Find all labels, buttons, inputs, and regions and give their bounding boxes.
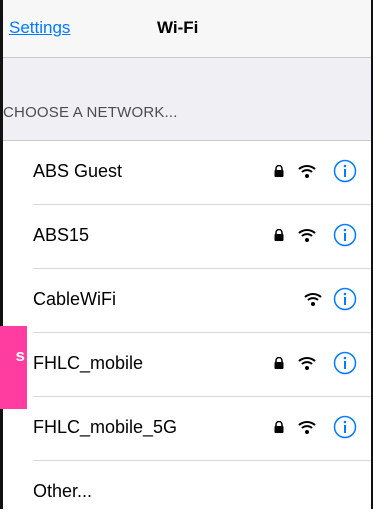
wifi-icon bbox=[298, 229, 316, 242]
network-name: FHLC_mobile_5G bbox=[33, 417, 178, 437]
wifi-settings-screen: Settings Wi-Fi CHOOSE A NETWORK... ABS G… bbox=[0, 0, 373, 509]
network-row-fhlc-mobile-5g[interactable]: FHLC_mobile_5G bbox=[3, 397, 371, 461]
section-header: CHOOSE A NETWORK... bbox=[3, 104, 178, 121]
network-row-cablewifi[interactable]: CableWiFi bbox=[3, 269, 371, 333]
wifi-icon bbox=[298, 165, 316, 178]
network-row-abs-guest[interactable]: ABS Guest bbox=[3, 141, 371, 205]
wifi-icon bbox=[298, 357, 316, 370]
settings-back-button[interactable]: Settings bbox=[9, 18, 70, 38]
info-icon[interactable] bbox=[333, 287, 357, 311]
info-icon[interactable] bbox=[333, 223, 357, 247]
highlight-overlay: s bbox=[0, 326, 27, 409]
lock-icon bbox=[274, 357, 284, 369]
info-icon[interactable] bbox=[333, 351, 357, 375]
wifi-icon bbox=[304, 293, 322, 306]
lock-icon bbox=[274, 421, 284, 433]
other-network-label: Other... bbox=[33, 481, 93, 501]
overlay-text: s bbox=[15, 346, 25, 365]
network-name: ABS15 bbox=[33, 225, 90, 245]
network-name: CableWiFi bbox=[33, 289, 117, 309]
info-icon[interactable] bbox=[333, 415, 357, 439]
network-name: FHLC_mobile bbox=[33, 353, 144, 373]
lock-icon bbox=[274, 229, 284, 241]
network-name: ABS Guest bbox=[33, 161, 123, 181]
navigation-bar: Settings Wi-Fi bbox=[3, 0, 371, 58]
lock-icon bbox=[274, 165, 284, 177]
network-row-fhlc-mobile[interactable]: FHLC_mobile bbox=[3, 333, 371, 397]
info-icon[interactable] bbox=[333, 159, 357, 183]
network-row-abs15[interactable]: ABS15 bbox=[3, 205, 371, 269]
page-title: Wi-Fi bbox=[157, 18, 199, 37]
other-network-row[interactable]: Other... bbox=[3, 461, 371, 525]
wifi-icon bbox=[298, 421, 316, 434]
network-list: ABS Guest ABS15 CableWiFi FHLC_mobile FH… bbox=[3, 140, 371, 509]
